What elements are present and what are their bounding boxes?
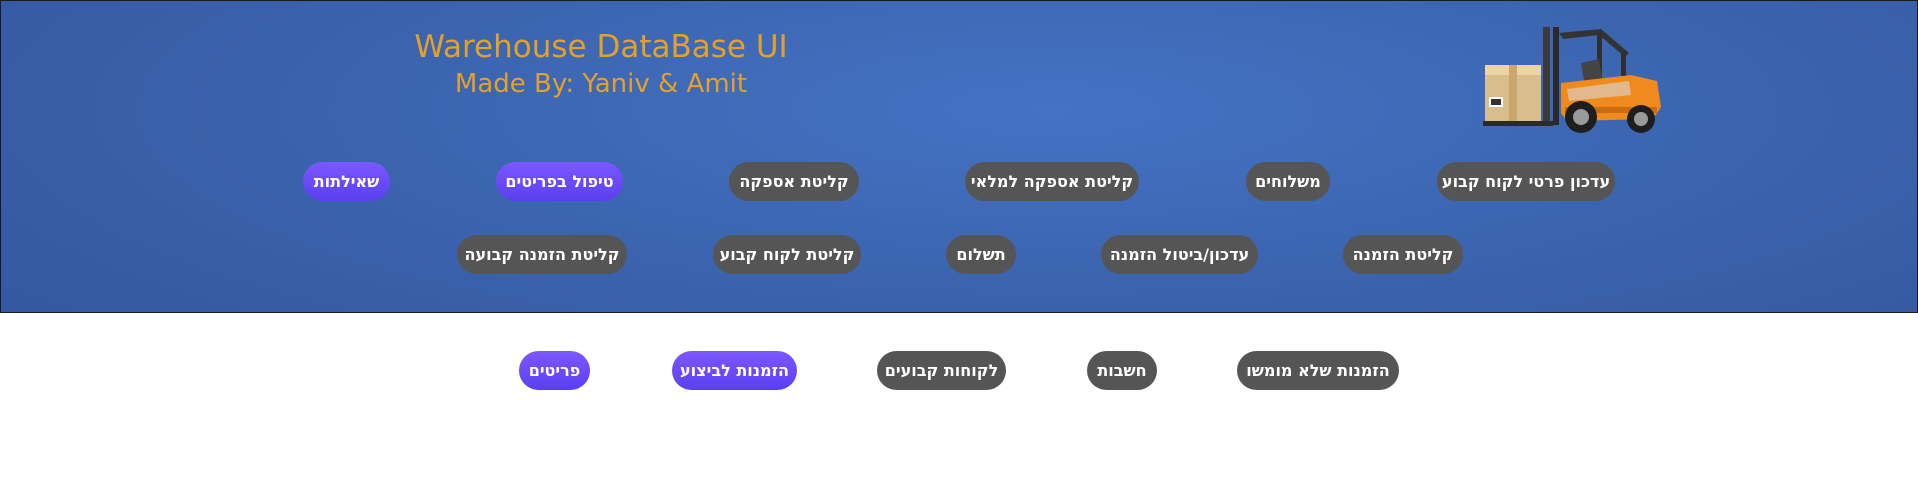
- invoices-button[interactable]: חשבות: [1087, 351, 1157, 390]
- app-title: Warehouse DataBase UI: [414, 29, 788, 65]
- fixed-customers-button[interactable]: לקוחות קבועים: [877, 351, 1006, 390]
- unfulfilled-orders-button[interactable]: הזמנות שלא מומשו: [1237, 351, 1399, 390]
- item-handling-button[interactable]: טיפול בפריטים: [496, 162, 623, 201]
- forklift-image: [1483, 27, 1661, 133]
- update-customer-button[interactable]: עדכון פרטי לקוח קבוע: [1437, 162, 1615, 201]
- customer-intake-button[interactable]: קליטת לקוח קבוע: [713, 235, 861, 274]
- update-cancel-order-button[interactable]: עדכון/ביטול הזמנה: [1101, 235, 1258, 274]
- supply-intake-button[interactable]: קליטת אספקה: [729, 162, 859, 201]
- order-intake-button[interactable]: קליטת הזמנה: [1343, 235, 1463, 274]
- queries-button[interactable]: שאילתות: [303, 162, 390, 201]
- payment-button[interactable]: תשלום: [946, 235, 1016, 274]
- stock-supply-intake-button[interactable]: קליטת אספקה למלאי: [965, 162, 1139, 201]
- items-button[interactable]: פריטים: [519, 351, 590, 390]
- fixed-order-intake-button[interactable]: קליטת הזמנה קבועה: [457, 235, 627, 274]
- app-subtitle: Made By: Yaniv & Amit: [454, 69, 748, 99]
- header-banner: Warehouse DataBase UI Made By: Yaniv & A…: [0, 0, 1918, 313]
- deliveries-button[interactable]: משלוחים: [1246, 162, 1330, 201]
- pending-orders-button[interactable]: הזמנות לביצוע: [672, 351, 797, 390]
